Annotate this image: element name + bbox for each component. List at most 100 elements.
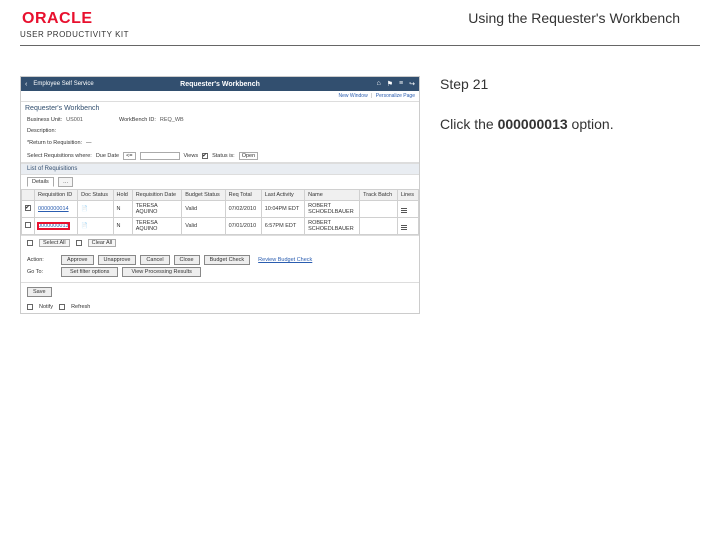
save-row: Save bbox=[21, 282, 419, 301]
hold-cell: N bbox=[113, 201, 132, 218]
unapprove-button[interactable]: Unapprove bbox=[98, 255, 137, 265]
notify-checkbox[interactable] bbox=[27, 304, 33, 310]
app-top-bar: ‹ Employee Self Service Requester's Work… bbox=[21, 77, 419, 91]
table-row: 0000000013 📄 N TERESA AQUINO Valid 07/01… bbox=[22, 218, 419, 235]
lines-icon bbox=[401, 208, 407, 213]
notify-label: Notify bbox=[39, 304, 53, 310]
select-all-checkbox[interactable] bbox=[27, 240, 33, 246]
review-budget-link[interactable]: Review Budget Check bbox=[258, 257, 312, 263]
req-date-cell: TERESA AQUINO bbox=[132, 201, 182, 218]
brand-block: ORACLE USER PRODUCTIVITY KIT bbox=[20, 10, 129, 39]
req-grid: Requisition ID Doc Status Hold Requisiti… bbox=[21, 189, 419, 235]
last-cell: 6:57PM EDT bbox=[261, 218, 304, 235]
select-all-button[interactable]: Select All bbox=[39, 239, 70, 247]
set-filter-button[interactable]: Set filter options bbox=[61, 267, 118, 277]
instr-prefix: Click the bbox=[440, 116, 498, 132]
flag-icon[interactable]: ⚑ bbox=[387, 80, 393, 88]
name-cell: ROBERT SCHOEDLBAUER bbox=[305, 218, 360, 235]
approve-button[interactable]: Approve bbox=[61, 255, 94, 265]
track-cell bbox=[360, 218, 398, 235]
lines-cell[interactable] bbox=[397, 218, 418, 235]
goto-label: Go To: bbox=[27, 269, 57, 275]
last-cell: 10:04PM EDT bbox=[261, 201, 304, 218]
cancel-button[interactable]: Cancel bbox=[140, 255, 169, 265]
app-sublinks: New Window | Personalize Page bbox=[21, 91, 419, 102]
req-id-link[interactable]: 0000000014 bbox=[38, 206, 69, 212]
budget-cell: Valid bbox=[182, 201, 225, 218]
refresh-checkbox[interactable] bbox=[59, 304, 65, 310]
doc-status-icon[interactable]: 📄 bbox=[81, 206, 88, 212]
product-name: USER PRODUCTIVITY KIT bbox=[20, 30, 129, 39]
signout-icon[interactable]: ↪ bbox=[409, 80, 415, 88]
track-cell bbox=[360, 201, 398, 218]
req-id-link-target[interactable]: 0000000013 bbox=[38, 223, 69, 229]
filter-label: Select Requisitions where: bbox=[27, 153, 92, 159]
row-checkbox[interactable] bbox=[25, 222, 31, 228]
col-doc-status[interactable]: Doc Status bbox=[78, 190, 113, 201]
col-req-id[interactable]: Requisition ID bbox=[35, 190, 78, 201]
instr-target: 000000013 bbox=[498, 116, 568, 132]
close-button[interactable]: Close bbox=[174, 255, 200, 265]
back-label[interactable]: Employee Self Service bbox=[33, 81, 93, 87]
wb-label: WorkBench ID: bbox=[119, 117, 156, 123]
instr-suffix: option. bbox=[568, 116, 614, 132]
doc-title: Using the Requester's Workbench bbox=[468, 10, 700, 26]
due-date-input[interactable] bbox=[140, 152, 180, 160]
instruction-text: Click the 000000013 option. bbox=[440, 116, 700, 132]
tab-row: Details … bbox=[21, 175, 419, 189]
due-label: Due Date bbox=[96, 153, 119, 159]
name-cell: ROBERT SCHOEDLBAUER bbox=[305, 201, 360, 218]
col-name[interactable]: Name bbox=[305, 190, 360, 201]
bu-value: US001 bbox=[66, 117, 83, 123]
action-row: Action: Approve Unapprove Cancel Close B… bbox=[27, 255, 413, 265]
clear-all-checkbox[interactable] bbox=[76, 240, 82, 246]
menu-icon[interactable]: ≡ bbox=[399, 80, 403, 88]
status-label: Status is: bbox=[212, 153, 235, 159]
views-checkbox[interactable] bbox=[202, 153, 208, 159]
desc-label: Description: bbox=[27, 128, 56, 134]
notify-row: Notify Refresh bbox=[21, 301, 419, 313]
page-title: Requester's Workbench bbox=[21, 102, 419, 114]
col-last[interactable]: Last Activity bbox=[261, 190, 304, 201]
new-window-link[interactable]: New Window bbox=[339, 93, 368, 99]
budget-check-button[interactable]: Budget Check bbox=[204, 255, 251, 265]
step-label: Step 21 bbox=[440, 76, 700, 92]
wb-value: REQ_WB bbox=[160, 117, 184, 123]
bu-label: Business Unit: bbox=[27, 117, 62, 123]
tab-details[interactable]: Details bbox=[27, 177, 54, 187]
rtn-value: — bbox=[86, 140, 92, 146]
save-button[interactable]: Save bbox=[27, 287, 52, 297]
home-icon[interactable]: ⌂ bbox=[377, 80, 381, 88]
col-hold[interactable]: Hold bbox=[113, 190, 132, 201]
col-budget[interactable]: Budget Status bbox=[182, 190, 225, 201]
back-chevron-icon[interactable]: ‹ bbox=[25, 81, 27, 88]
tab-more[interactable]: … bbox=[58, 177, 74, 187]
budget-cell: Valid bbox=[182, 218, 225, 235]
col-track[interactable]: Track Batch bbox=[360, 190, 398, 201]
personalize-link[interactable]: Personalize Page bbox=[376, 93, 415, 99]
clear-all-button[interactable]: Clear All bbox=[88, 239, 116, 247]
select-all-row: Select All Clear All bbox=[21, 235, 419, 250]
action-label: Action: bbox=[27, 257, 57, 263]
lines-cell[interactable] bbox=[397, 201, 418, 218]
param-row: Business Unit: US001 WorkBench ID: REQ_W… bbox=[21, 114, 419, 126]
refresh-label: Refresh bbox=[71, 304, 90, 310]
rtn-label: *Return to Requisition: bbox=[27, 140, 82, 146]
req-date-cell: TERESA AQUINO bbox=[132, 218, 182, 235]
row-checkbox[interactable] bbox=[25, 205, 31, 211]
col-total[interactable]: Req Total bbox=[225, 190, 261, 201]
goto-row: Go To: Set filter options View Processin… bbox=[27, 267, 413, 277]
hold-cell: N bbox=[113, 218, 132, 235]
view-proc-button[interactable]: View Processing Results bbox=[122, 267, 200, 277]
le-select[interactable]: <= bbox=[123, 152, 135, 160]
table-row: 0000000014 📄 N TERESA AQUINO Valid 07/02… bbox=[22, 201, 419, 218]
instruction-pane: Step 21 Click the 000000013 option. bbox=[440, 76, 700, 314]
col-req-date[interactable]: Requisition Date bbox=[132, 190, 182, 201]
grid-header-row: Requisition ID Doc Status Hold Requisiti… bbox=[22, 190, 419, 201]
doc-status-icon[interactable]: 📄 bbox=[81, 223, 88, 229]
status-select[interactable]: Open bbox=[239, 152, 258, 160]
tab-more-icon: … bbox=[63, 179, 69, 185]
section-list-req: List of Requisitions bbox=[21, 163, 419, 175]
col-lines[interactable]: Lines bbox=[397, 190, 418, 201]
filter-row: Select Requisitions where: Due Date <= V… bbox=[21, 150, 419, 163]
